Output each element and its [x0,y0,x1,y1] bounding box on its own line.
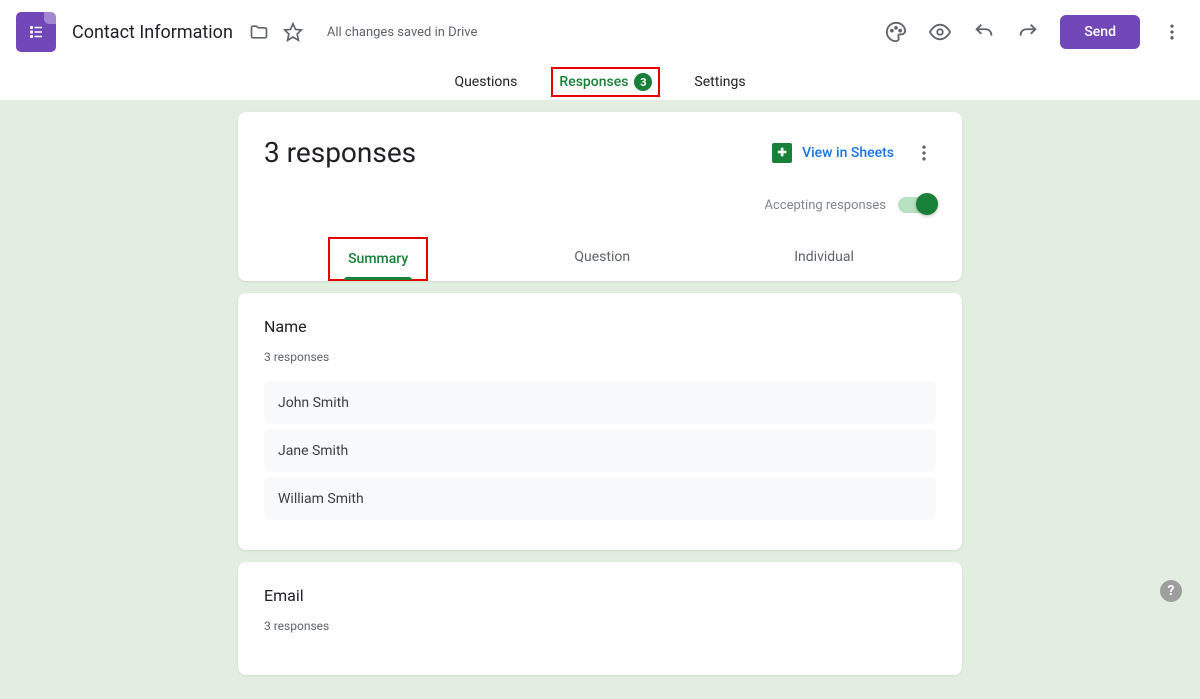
responses-title: 3 responses [264,136,416,169]
main-tabs: Questions Responses 3 Settings [0,64,1200,100]
sub-tab-summary[interactable]: Summary [328,237,428,281]
responses-count-badge: 3 [634,73,652,91]
question-card-name: Name 3 responses John Smith Jane Smith W… [238,293,962,550]
app-header: Contact Information All changes saved in… [0,0,1200,64]
star-icon[interactable] [281,20,305,44]
response-row: John Smith [264,382,936,424]
responses-overview-card: 3 responses View in Sheets Accepting res… [238,112,962,281]
tab-settings[interactable]: Settings [688,70,751,94]
question-subtitle: 3 responses [264,619,936,633]
response-row: William Smith [264,478,936,520]
sheets-icon [772,143,792,163]
palette-icon[interactable] [884,20,908,44]
tab-responses[interactable]: Responses 3 [551,67,660,97]
forms-logo-icon[interactable] [16,12,56,52]
undo-icon[interactable] [972,20,996,44]
question-card-email: Email 3 responses [238,562,962,675]
responses-more-icon[interactable] [912,141,936,165]
tab-responses-label: Responses [559,74,628,90]
response-row: Jane Smith [264,430,936,472]
preview-icon[interactable] [928,20,952,44]
view-in-sheets-label: View in Sheets [802,145,894,161]
view-in-sheets-link[interactable]: View in Sheets [772,143,894,163]
accepting-responses-label: Accepting responses [765,198,887,213]
help-icon[interactable]: ? [1160,580,1182,602]
more-icon[interactable] [1160,20,1184,44]
accepting-responses-toggle[interactable] [898,197,936,213]
save-status: All changes saved in Drive [327,25,478,40]
content-area: 3 responses View in Sheets Accepting res… [0,100,1200,699]
question-title: Email [264,586,936,605]
sub-tab-question[interactable]: Question [556,237,648,281]
responses-sub-tabs: Summary Question Individual [264,237,936,281]
redo-icon[interactable] [1016,20,1040,44]
folder-icon[interactable] [247,20,271,44]
form-title[interactable]: Contact Information [72,22,233,43]
tab-questions[interactable]: Questions [448,70,523,94]
question-title: Name [264,317,936,336]
send-button[interactable]: Send [1060,15,1140,49]
sub-tab-individual[interactable]: Individual [776,237,872,281]
question-subtitle: 3 responses [264,350,936,364]
